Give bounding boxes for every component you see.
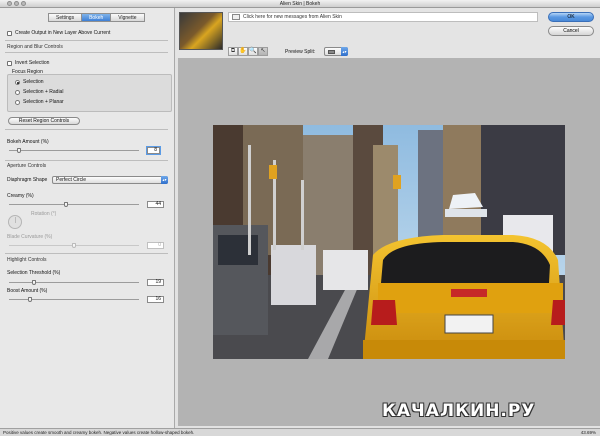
tab-bokeh[interactable]: Bokeh xyxy=(81,13,111,22)
creamy-slider[interactable] xyxy=(9,204,139,205)
status-bar: Positive values create smooth and creamy… xyxy=(0,428,600,436)
create-output-checkbox[interactable] xyxy=(7,31,12,36)
radio-selection[interactable] xyxy=(15,80,20,85)
aperture-section-heading: Aperture Controls xyxy=(7,163,47,169)
radio-selection-radial[interactable] xyxy=(15,90,20,95)
preview-split-select[interactable]: ▴▾ xyxy=(324,47,348,56)
rotation-dial xyxy=(8,215,22,229)
divider xyxy=(5,52,168,53)
divider xyxy=(5,40,168,41)
status-hint: Positive values create smooth and creamy… xyxy=(3,430,195,435)
blade-curvature-field: 0 xyxy=(147,242,164,249)
zoom-icon[interactable]: 🔍 xyxy=(248,47,258,56)
creamy-field[interactable]: 44 xyxy=(147,201,164,208)
split-swatch-icon xyxy=(328,50,335,54)
radio-selection-planar-label: Selection + Planar xyxy=(23,99,64,105)
bokeh-amount-slider[interactable] xyxy=(9,150,139,151)
creamy-knob[interactable] xyxy=(64,202,69,207)
navigator-thumbnail[interactable] xyxy=(179,12,223,50)
street-photo xyxy=(213,125,565,359)
diaphragm-shape-select[interactable]: Perfect Circle ▴▾ xyxy=(52,176,168,184)
window-controls[interactable] xyxy=(3,1,31,7)
radio-selection-label: Selection xyxy=(23,79,44,85)
select-arrows-icon: ▴▾ xyxy=(161,176,168,184)
radio-selection-planar[interactable] xyxy=(15,100,20,105)
bokeh-amount-field[interactable]: 8 xyxy=(147,147,160,154)
tab-settings[interactable]: Settings xyxy=(48,13,82,22)
focus-region-group: Selection Selection + Radial Selection +… xyxy=(7,74,172,112)
boost-amount-knob[interactable] xyxy=(27,297,32,302)
tab-bar: Settings Bokeh Vignette xyxy=(48,13,145,22)
selection-threshold-knob[interactable] xyxy=(31,280,36,285)
diaphragm-shape-value: Perfect Circle xyxy=(56,177,87,183)
region-section-heading: Region and Blur Controls xyxy=(7,44,63,50)
boost-amount-field[interactable]: 16 xyxy=(147,296,164,303)
creamy-label: Creamy (%) xyxy=(7,193,34,199)
selection-threshold-field[interactable]: 19 xyxy=(147,279,164,286)
message-text: Click here for new messages from Alien S… xyxy=(243,14,342,20)
watermark-text: КАЧАЛКИН.РУ xyxy=(382,401,536,421)
zoom-level: 43.69% xyxy=(580,430,596,435)
tab-vignette[interactable]: Vignette xyxy=(110,13,145,22)
zoom-window-button[interactable] xyxy=(20,1,26,6)
divider xyxy=(5,129,168,130)
blade-curvature-knob xyxy=(72,243,76,248)
bokeh-amount-label: Bokeh Amount (%) xyxy=(7,139,49,145)
divider xyxy=(5,160,168,161)
window-title: Alien Skin | Bokeh xyxy=(279,1,321,7)
rotation-label: Rotation (°) xyxy=(31,211,57,217)
boost-amount-label: Boost Amount (%) xyxy=(7,288,48,294)
selection-threshold-label: Selection Threshold (%) xyxy=(7,270,61,276)
preview-toolbar: Click here for new messages from Alien S… xyxy=(176,8,600,58)
close-window-button[interactable] xyxy=(6,1,12,6)
create-output-label: Create Output in New Layer Above Current xyxy=(15,30,111,36)
selection-threshold-slider[interactable] xyxy=(9,282,139,283)
settings-panel: Settings Bokeh Vignette Create Output in… xyxy=(0,8,175,428)
divider xyxy=(5,253,168,254)
hand-icon[interactable]: ✋ xyxy=(238,47,248,56)
highlight-section-heading: Highlight Controls xyxy=(7,257,47,263)
diaphragm-shape-label: Diaphragm Shape xyxy=(7,177,48,183)
minimize-window-button[interactable] xyxy=(13,1,19,6)
title-bar: Alien Skin | Bokeh xyxy=(0,0,600,8)
message-icon xyxy=(232,14,240,20)
pointer-icon[interactable]: ↖ xyxy=(258,47,268,56)
compare-icon[interactable]: ⧉ xyxy=(228,47,238,56)
reset-region-button[interactable]: Reset Region Controls xyxy=(8,117,80,125)
invert-selection-checkbox[interactable] xyxy=(7,61,12,66)
message-bar[interactable]: Click here for new messages from Alien S… xyxy=(228,12,538,22)
radio-selection-radial-label: Selection + Radial xyxy=(23,89,64,95)
ok-button[interactable]: OK xyxy=(548,12,594,22)
select-arrows-icon: ▴▾ xyxy=(341,47,348,56)
preview-photo[interactable] xyxy=(213,125,565,359)
bokeh-amount-knob[interactable] xyxy=(17,148,22,153)
blade-curvature-label: Blade Curvature (%) xyxy=(7,234,53,240)
cancel-button[interactable]: Cancel xyxy=(548,26,594,36)
invert-selection-label: Invert Selection xyxy=(15,60,50,66)
preview-split-label: Preview Split: xyxy=(285,49,316,55)
tool-group: ⧉ ✋ 🔍 ↖ xyxy=(228,47,268,57)
